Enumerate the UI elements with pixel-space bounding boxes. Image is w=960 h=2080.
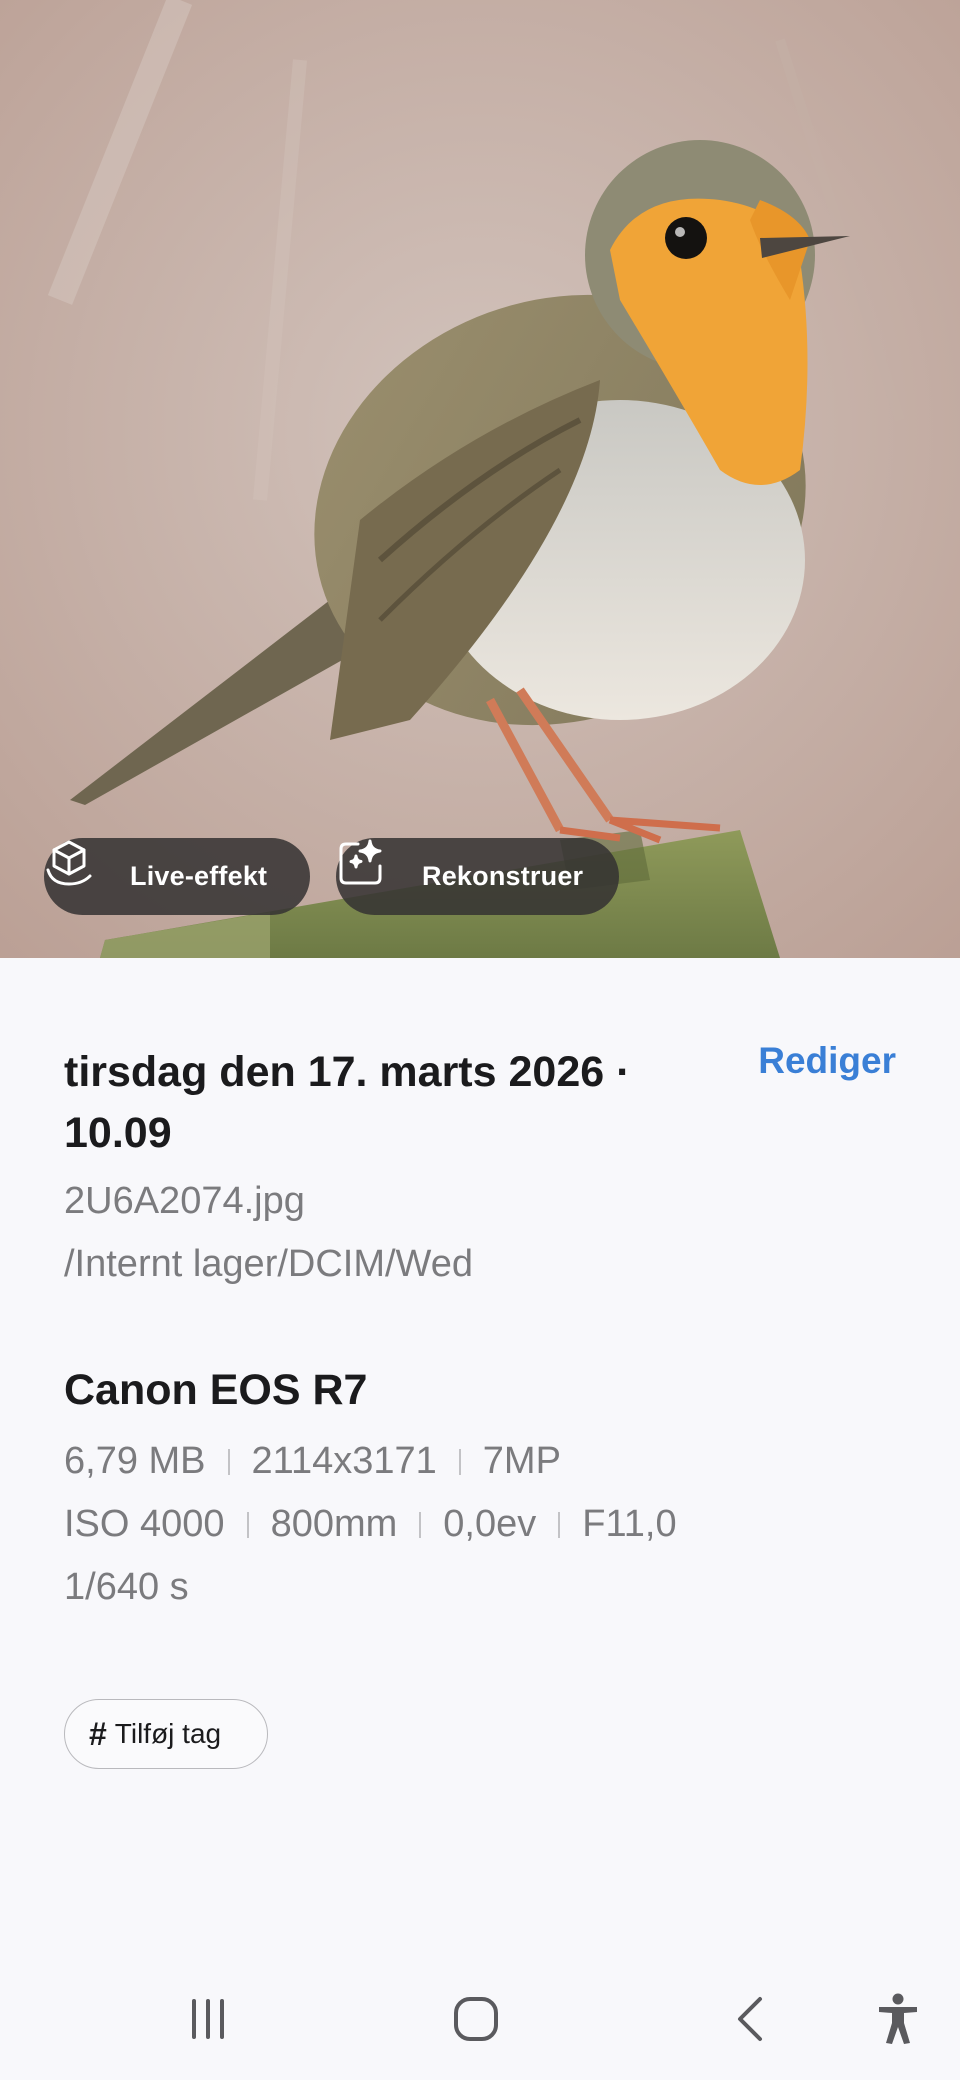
reconstruct-button[interactable]: Rekonstruer — [336, 838, 619, 915]
recent-apps-icon[interactable] — [178, 1994, 238, 2044]
home-icon[interactable] — [446, 1994, 506, 2044]
date-time-title: tirsdag den 17. marts 2026 · 10.09 — [64, 1048, 631, 1157]
exposure-compensation: 0,0ev — [443, 1503, 537, 1545]
divider — [227, 1448, 230, 1475]
robin-photo — [0, 0, 960, 958]
reconstruct-label: Rekonstruer — [422, 861, 584, 891]
add-tag-button[interactable]: # Tilføj tag — [64, 1699, 268, 1769]
focal-length: 800mm — [270, 1503, 398, 1545]
divider — [558, 1511, 561, 1538]
file-path: /Internt lager/DCIM/Wed — [64, 1243, 474, 1285]
system-navigation-bar — [0, 1960, 960, 2080]
shutter-speed: 1/640 s — [64, 1566, 189, 1608]
file-size: 6,79 MB — [64, 1440, 206, 1482]
megapixels: 7MP — [482, 1440, 561, 1482]
live-effect-label: Live-effekt — [130, 861, 268, 891]
divider — [246, 1511, 249, 1538]
file-name: 2U6A2074.jpg — [64, 1180, 305, 1222]
accessibility-icon[interactable] — [868, 1992, 928, 2046]
hashtag-icon: # — [89, 1715, 107, 1752]
exposure-info-row: ISO 4000 800mm 0,0ev F11,0 — [64, 1503, 677, 1546]
resolution: 2114x3171 — [251, 1440, 437, 1482]
camera-model: Canon EOS R7 — [64, 1366, 368, 1414]
divider — [458, 1448, 461, 1475]
divider — [419, 1511, 422, 1538]
iso-value: ISO 4000 — [64, 1503, 225, 1545]
edit-button[interactable]: Rediger — [758, 1040, 896, 1082]
back-icon[interactable] — [720, 1994, 780, 2044]
live-effect-button[interactable]: Live-effekt — [44, 838, 310, 915]
photo-viewer[interactable]: Live-effekt Rekonstruer — [0, 0, 960, 958]
cube-hand-icon — [46, 840, 118, 902]
file-info-row: 6,79 MB 2114x3171 7MP — [64, 1440, 561, 1483]
sparkle-image-icon — [339, 839, 410, 902]
add-tag-label: Tilføj tag — [114, 1718, 222, 1749]
aperture: F11,0 — [582, 1503, 677, 1545]
